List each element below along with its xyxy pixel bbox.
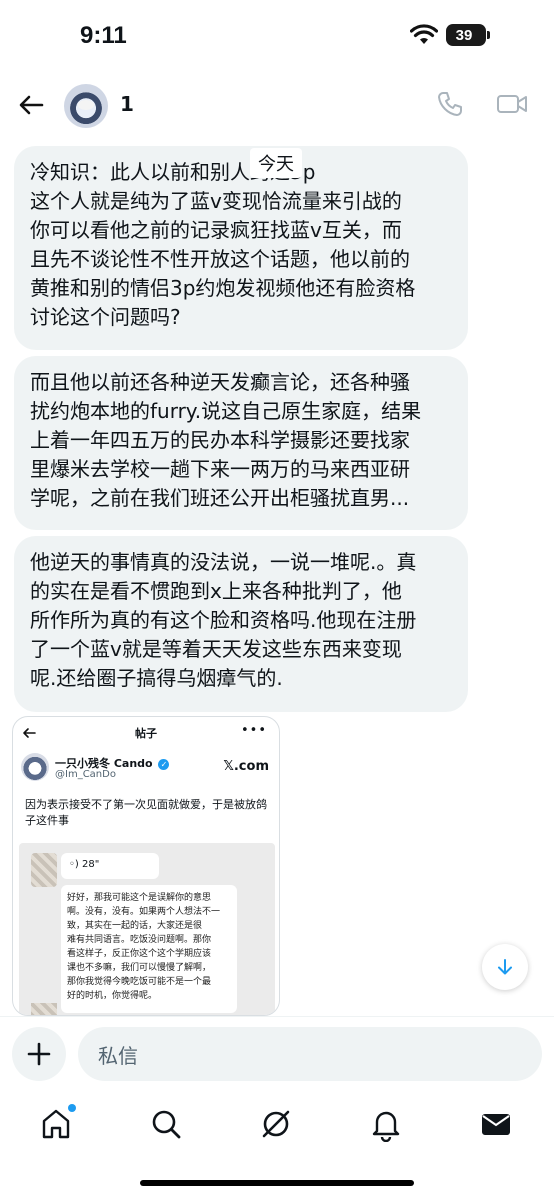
video-call-icon[interactable] <box>496 90 528 118</box>
message-line: 讨论这个问题吗? <box>30 305 181 329</box>
battery-icon: 39 <box>446 24 490 46</box>
home-indicator <box>140 1180 414 1186</box>
screenshot-message: 好好，那我可能这个是误解你的意思 啊。没有，没有。如果两个人想法不一 致，其实在… <box>61 885 237 1013</box>
blurred-avatar <box>31 853 57 887</box>
screenshot-line: 好的时机，你觉得呢。 <box>67 991 158 1001</box>
back-arrow-icon[interactable] <box>16 90 46 120</box>
message-line: 这个人就是纯为了蓝v变现恰流量来引战的 <box>30 189 402 213</box>
message-line: 黄推和别的情侣3p约炮发视频他还有脸资格 <box>30 276 416 300</box>
author-avatar <box>21 753 49 781</box>
verified-badge-icon: ✓ <box>158 758 170 770</box>
post-page-title: 帖子 <box>135 727 157 740</box>
message-line: 上着一年四五万的民办本科学摄影还要找家 <box>30 428 410 452</box>
screenshot-line: 那你我觉得今晚吃饭可能不是一个最 <box>67 977 212 987</box>
tab-search[interactable] <box>148 1106 184 1142</box>
contact-avatar[interactable] <box>64 84 108 128</box>
message-line: 扰约炮本地的furry.说这自己原生家庭，结果 <box>30 399 422 423</box>
message-line: 里爆米去学校一趟下来一两万的马来西亚研 <box>30 457 410 481</box>
tab-messages[interactable] <box>478 1106 514 1142</box>
post-text: 因为表示接受不了第一次见面就做爱，于是被放鸽 子这件事 <box>25 797 271 829</box>
message-line: 了一个蓝v就是等着天天发这些东西来变现 <box>30 637 402 661</box>
notification-dot <box>68 1104 76 1112</box>
envelope-icon <box>482 1114 510 1135</box>
phone-icon[interactable] <box>436 90 464 118</box>
message-line: 学呢，之前在我们班还公开出柜骚扰直男... <box>30 486 410 510</box>
message-composer: 私信 <box>0 1016 554 1092</box>
message-input[interactable]: 私信 <box>78 1027 542 1081</box>
voice-message: ◦) 28" <box>61 853 159 879</box>
date-badge: 今天 <box>250 148 302 178</box>
screenshot-line: 课也不多嘛，我们可以慢慢了解啊， <box>67 963 212 973</box>
screenshot-line: 致，其实在一起的话，大家还是很 <box>67 921 203 931</box>
tab-home[interactable] <box>38 1104 76 1142</box>
plus-icon <box>27 1042 51 1066</box>
more-options-icon: ••• <box>240 723 267 738</box>
post-text-line: 因为表示接受不了第一次见面就做爱，于是被放鸽 <box>25 798 267 811</box>
message-line: 所作所为真的有这个脸和资格吗.他现在注册 <box>30 608 417 632</box>
wifi-icon <box>410 24 438 44</box>
search-icon <box>152 1110 181 1139</box>
screenshot-line: 好好，那我可能这个是误解你的意思 <box>67 893 212 903</box>
message-bubble[interactable]: 他逆天的事情真的没法说，一说一堆呢.。真 的实在是看不惯跑到x上来各种批判了，他… <box>14 536 468 712</box>
message-bubble[interactable]: 而且他以前还各种逆天发癫言论，还各种骚 扰约炮本地的furry.说这自己原生家庭… <box>14 356 468 530</box>
x-logo-icon: 𝕏.com <box>223 759 269 774</box>
home-icon <box>42 1109 70 1139</box>
message-line: 你可以看他之前的记录疯狂找蓝v互关，而 <box>30 218 402 242</box>
arrow-down-icon <box>498 959 512 975</box>
screenshot-line: 难有共同语言。吃饭没问题啊。那你 <box>67 935 212 945</box>
message-line: 的实在是看不惯跑到x上来各种批判了，他 <box>30 579 402 603</box>
add-media-button[interactable] <box>12 1027 66 1081</box>
post-text-line: 子这件事 <box>25 814 69 827</box>
scroll-to-bottom-button[interactable] <box>482 944 528 990</box>
message-line: 且先不谈论性不性开放这个话题，他以前的 <box>30 247 410 271</box>
bell-icon <box>372 1111 400 1143</box>
status-time: 9:11 <box>80 22 127 49</box>
message-line: 呢.还给圈子搞得乌烟瘴气的. <box>30 666 283 690</box>
post-screenshot: ◦) 28" 好好，那我可能这个是误解你的意思 啊。没有，没有。如果两个人想法不… <box>19 843 275 1015</box>
status-bar: 9:11 39 <box>0 0 554 74</box>
message-line: 冷知识：此人以前和别人约过3p <box>30 160 316 184</box>
bottom-tab-bar <box>0 1096 554 1156</box>
shared-post-card[interactable]: 帖子 ••• 一只小残冬 Cando ✓ @Im_CanDo 𝕏.com 因为表… <box>12 716 280 1016</box>
message-bubble[interactable]: 冷知识：此人以前和别人约过3p 这个人就是纯为了蓝v变现恰流量来引战的 你可以看… <box>14 146 468 350</box>
message-line: 而且他以前还各种逆天发癫言论，还各种骚 <box>30 370 410 394</box>
screenshot-line: 看这样子，反正你这个这个学期应该 <box>67 949 212 959</box>
tab-notifications[interactable] <box>368 1106 404 1143</box>
post-author: 一只小残冬 Cando ✓ @Im_CanDo 𝕏.com <box>21 751 271 787</box>
message-line: 他逆天的事情真的没法说，一说一堆呢.。真 <box>30 550 417 574</box>
screenshot-line: 啊。没有，没有。如果两个人想法不一 <box>67 907 221 917</box>
voice-wave-icon: ◦) <box>69 859 79 870</box>
tab-grok[interactable] <box>258 1106 294 1142</box>
post-page-header: 帖子 ••• <box>13 717 279 751</box>
grok-icon <box>262 1110 290 1138</box>
author-handle: @Im_CanDo <box>55 769 116 780</box>
blurred-avatar <box>31 1003 57 1015</box>
contact-name[interactable]: 1 <box>120 92 134 116</box>
chat-header: 1 <box>0 76 554 136</box>
voice-duration: 28" <box>82 859 100 870</box>
